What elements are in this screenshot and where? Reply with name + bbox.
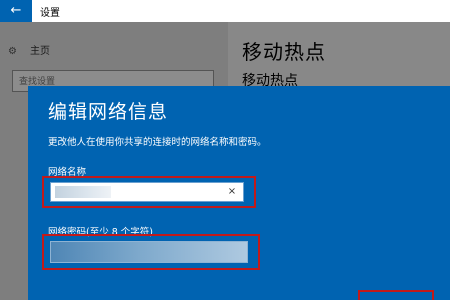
network-name-highlight (42, 176, 256, 208)
back-arrow-icon: ← (10, 3, 22, 18)
dialog-title: 编辑网络信息 (48, 101, 169, 123)
save-button[interactable] (358, 290, 434, 300)
app-title: 设置 (40, 8, 60, 19)
dialog-description: 更改他人在使用你共享的连接时的网络名称和密码。 (48, 137, 267, 148)
back-button[interactable]: ← (0, 0, 32, 22)
edit-network-dialog: 编辑网络信息 更改他人在使用你共享的连接时的网络名称和密码。 网络名称 × 网络… (28, 86, 450, 300)
network-password-highlight (42, 234, 260, 270)
title-bar: ← 设置 (0, 0, 450, 22)
